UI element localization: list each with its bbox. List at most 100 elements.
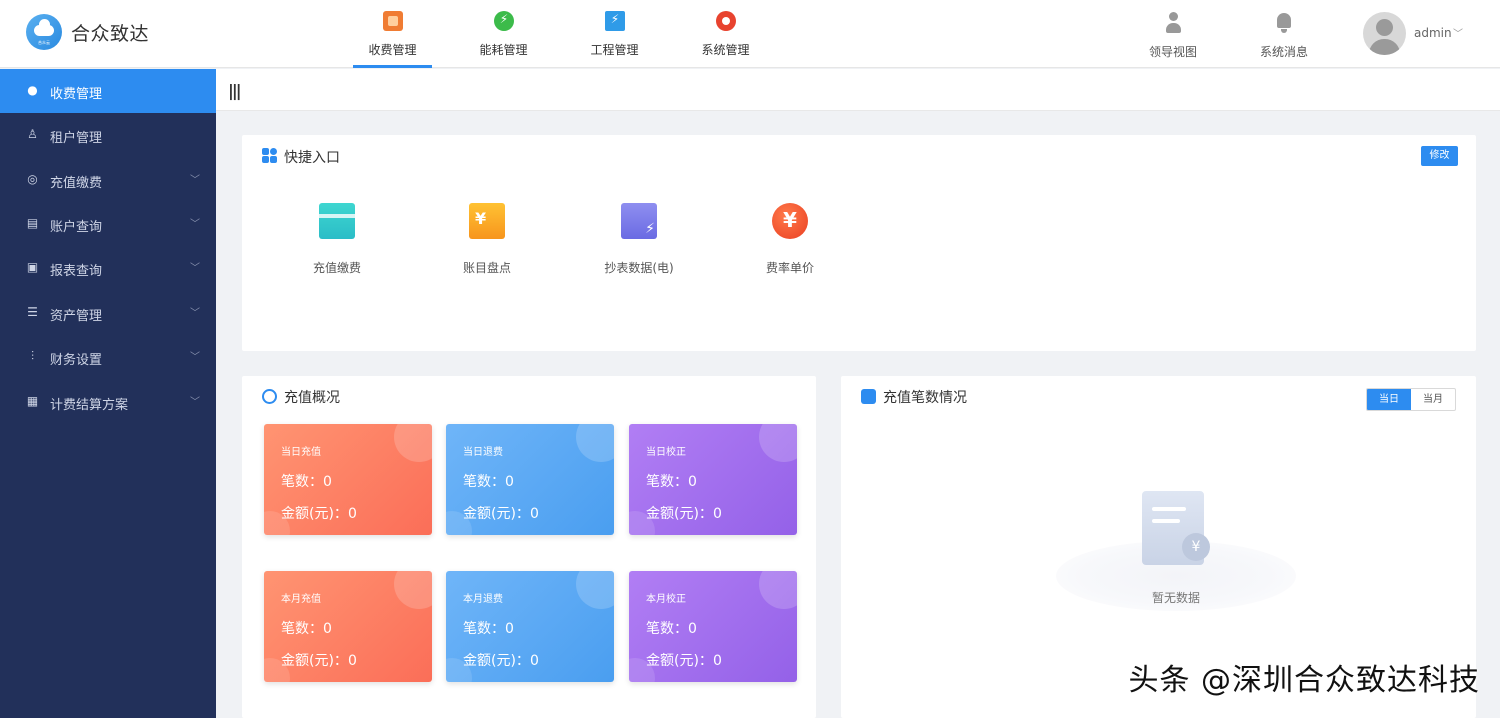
ledger-pen-icon xyxy=(469,203,505,239)
stat-amount: 金额(元)：0 xyxy=(646,653,722,669)
sidebar-item-label: 收费管理 xyxy=(50,87,103,102)
stat-amount: 金额(元)：0 xyxy=(281,653,357,669)
topnav-label: 系统管理 xyxy=(701,43,750,57)
stat-count: 笔数：0 xyxy=(646,474,697,490)
fee-icon xyxy=(383,11,403,31)
settings-icon xyxy=(716,11,736,31)
stat-title: 当日校正 xyxy=(646,447,686,458)
sidebar-item-label: 账户查询 xyxy=(50,220,103,235)
empty-state: ¥ 暂无数据 xyxy=(1056,491,1296,621)
person-icon xyxy=(1164,12,1182,34)
sidebar-item-label: 计费结算方案 xyxy=(50,398,129,413)
chevron-down-icon: ﹀ xyxy=(190,263,200,274)
topnav-system[interactable]: 系统管理 xyxy=(686,0,765,68)
report-icon: ▣ xyxy=(26,260,39,274)
sidebar-item-fee-management[interactable]: ● 收费管理 xyxy=(0,69,216,113)
recharge-overview-title: 充值概况 xyxy=(284,390,340,406)
system-messages-button[interactable]: 系统消息 xyxy=(1249,0,1319,68)
quick-entry-meter[interactable]: 抄表数据(电) xyxy=(584,203,694,283)
sidebar-item-finance[interactable]: ⫶ 财务设置 ﹀ xyxy=(0,335,216,379)
stat-title: 本月校正 xyxy=(646,594,686,605)
yen-coin-icon xyxy=(772,203,808,239)
user-icon: ♙ xyxy=(27,127,38,141)
app-name: 合众致达 xyxy=(71,22,150,45)
sidebar-item-label: 财务设置 xyxy=(50,353,103,368)
empty-state-text: 暂无数据 xyxy=(1151,591,1200,605)
topnav-energy[interactable]: 能耗管理 xyxy=(464,0,543,68)
quick-entry-recharge[interactable]: 充值缴费 xyxy=(282,203,392,283)
sidebar-item-label: 报表查询 xyxy=(50,264,103,279)
quick-entry-card: 快捷入口 修改 充值缴费 账目盘点 抄表数据(电) 费率单价 xyxy=(242,135,1476,351)
quick-entry-label: 抄表数据(电) xyxy=(604,261,674,275)
info-icon: ● xyxy=(27,83,38,97)
stat-title: 本月退费 xyxy=(463,594,503,605)
account-icon: ▤ xyxy=(26,216,39,230)
topnav-label: 能耗管理 xyxy=(479,43,528,57)
system-messages-label: 系统消息 xyxy=(1259,45,1308,59)
collapse-menu-icon[interactable]: ||| xyxy=(228,81,241,100)
quick-entry-label: 账目盘点 xyxy=(462,261,511,275)
stat-title: 本月充值 xyxy=(281,594,321,605)
stat-card-today-refund: 当日退费 笔数：0 金额(元)：0 xyxy=(446,424,614,535)
watermark: 头条 @深圳合众致达科技 xyxy=(1128,663,1480,698)
topnav-label: 工程管理 xyxy=(590,43,639,57)
stat-title: 当日充值 xyxy=(281,447,321,458)
quick-entry-title: 快捷入口 xyxy=(284,150,340,166)
quick-entry-rate[interactable]: 费率单价 xyxy=(735,203,845,283)
stat-count: 笔数：0 xyxy=(463,474,514,490)
stat-card-month-refund: 本月退费 笔数：0 金额(元)：0 xyxy=(446,571,614,682)
quick-entry-label: 充值缴费 xyxy=(312,261,361,275)
sidebar-item-asset[interactable]: ☰ 资产管理 ﹀ xyxy=(0,291,216,335)
top-header: 合众云 合众致达 收费管理 能耗管理 工程管理 系统管理 领导视图 系统消息 a… xyxy=(0,0,1500,68)
stat-amount: 金额(元)：0 xyxy=(463,506,539,522)
chevron-down-icon: ﹀ xyxy=(190,219,200,230)
app-logo[interactable]: 合众云 合众致达 xyxy=(26,14,149,50)
stat-card-month-correction: 本月校正 笔数：0 金额(元)：0 xyxy=(629,571,797,682)
stat-amount: 金额(元)：0 xyxy=(281,506,357,522)
chevron-down-icon: ﹀ xyxy=(190,352,200,363)
grid-icon xyxy=(262,148,277,163)
username[interactable]: admin xyxy=(1414,26,1452,40)
leader-view-label: 领导视图 xyxy=(1148,45,1197,59)
overview-icon xyxy=(262,389,277,404)
sidebar-item-recharge[interactable]: ◎ 充值缴费 ﹀ xyxy=(0,158,216,202)
yen-coin-icon: ¥ xyxy=(1182,533,1210,561)
quick-entry-label: 费率单价 xyxy=(765,261,814,275)
tab-month[interactable]: 当月 xyxy=(1411,389,1455,410)
quick-entry-ledger[interactable]: 账目盘点 xyxy=(432,203,542,283)
sidebar-item-label: 资产管理 xyxy=(50,309,103,324)
stat-card-today-correction: 当日校正 笔数：0 金额(元)：0 xyxy=(629,424,797,535)
period-toggle: 当日 当月 xyxy=(1366,388,1456,411)
bell-icon xyxy=(1275,12,1293,34)
chevron-down-icon: ﹀ xyxy=(190,308,200,319)
recharge-count-title: 充值笔数情况 xyxy=(883,390,967,406)
recharge-icon: ◎ xyxy=(27,172,38,186)
chevron-down-icon: ﹀ xyxy=(190,175,200,186)
stat-title: 当日退费 xyxy=(463,447,503,458)
energy-icon xyxy=(494,11,514,31)
logo-cloud-icon: 合众云 xyxy=(26,14,62,50)
sidebar-item-account[interactable]: ▤ 账户查询 ﹀ xyxy=(0,202,216,246)
tab-today[interactable]: 当日 xyxy=(1367,389,1411,410)
stat-card-month-recharge: 本月充值 笔数：0 金额(元)：0 xyxy=(264,571,432,682)
logo-sub-text: 合众云 xyxy=(38,40,50,45)
meter-doc-icon xyxy=(621,203,657,239)
sidebar: ● 收费管理 ♙ 租户管理 ◎ 充值缴费 ﹀ ▤ 账户查询 ﹀ ▣ 报表查询 ﹀… xyxy=(0,69,216,718)
topnav-fee[interactable]: 收费管理 xyxy=(353,0,432,68)
sidebar-item-report[interactable]: ▣ 报表查询 ﹀ xyxy=(0,246,216,290)
sidebar-item-billing[interactable]: ▦ 计费结算方案 ﹀ xyxy=(0,380,216,424)
bar-chart-icon xyxy=(861,389,876,404)
stat-card-today-recharge: 当日充值 笔数：0 金额(元)：0 xyxy=(264,424,432,535)
topnav-project[interactable]: 工程管理 xyxy=(575,0,654,68)
sidebar-item-label: 充值缴费 xyxy=(50,176,103,191)
project-icon xyxy=(605,11,625,31)
chevron-down-icon: ﹀ xyxy=(190,397,200,408)
leader-view-button[interactable]: 领导视图 xyxy=(1138,0,1208,68)
stat-count: 笔数：0 xyxy=(646,621,697,637)
sidebar-item-tenant[interactable]: ♙ 租户管理 xyxy=(0,113,216,157)
avatar[interactable] xyxy=(1363,12,1406,55)
modify-button[interactable]: 修改 xyxy=(1421,146,1458,166)
stat-amount: 金额(元)：0 xyxy=(463,653,539,669)
tab-bar: ||| xyxy=(216,69,1500,111)
chevron-down-icon[interactable]: ﹀ xyxy=(1453,25,1463,40)
